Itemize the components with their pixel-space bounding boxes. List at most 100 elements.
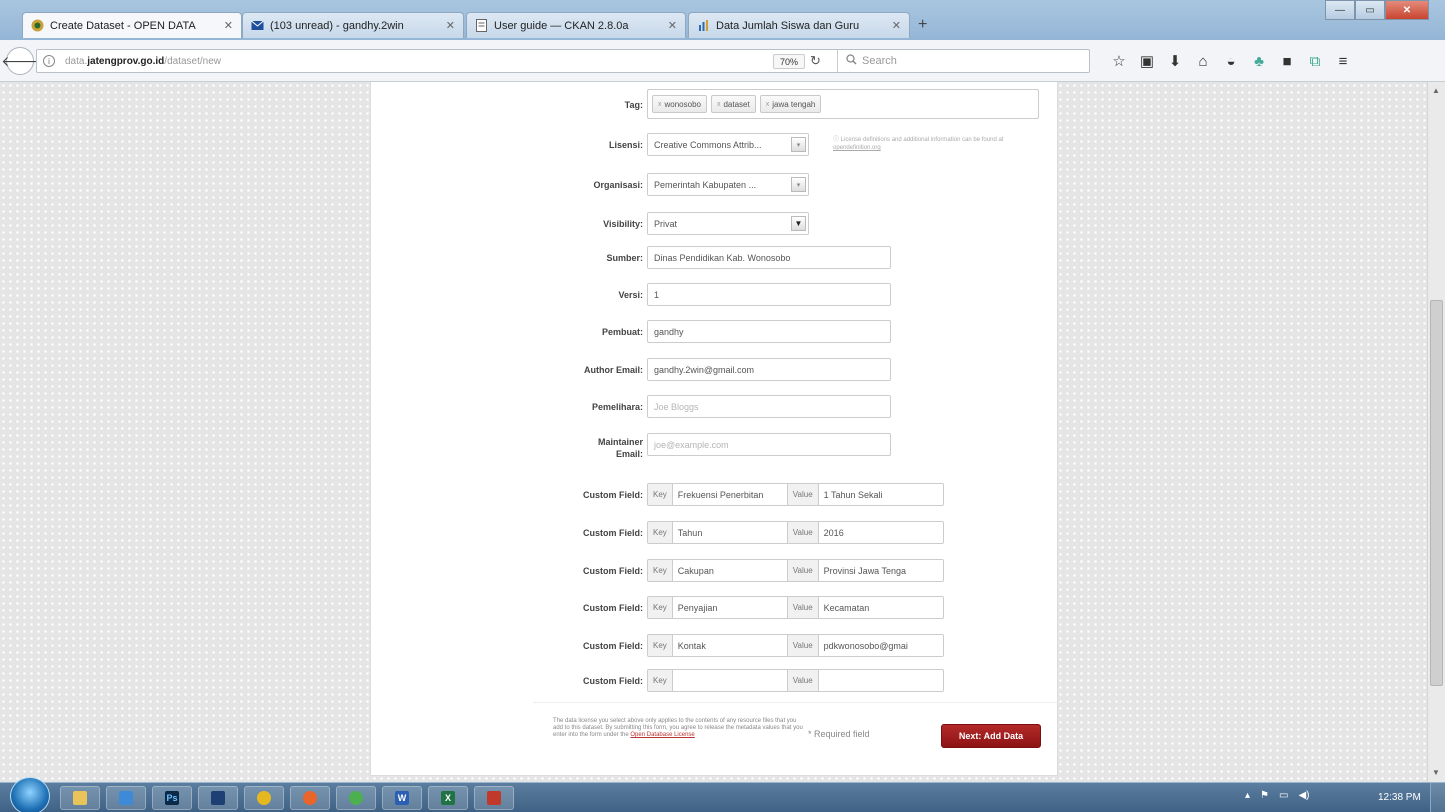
search-input[interactable]: Search	[837, 50, 1089, 72]
remove-tag-icon[interactable]: x	[658, 101, 662, 108]
show-desktop-button[interactable]	[1430, 783, 1445, 812]
source-input[interactable]: Dinas Pendidikan Kab. Wonosobo	[647, 246, 891, 269]
next-add-data-button[interactable]: Next: Add Data	[941, 724, 1041, 748]
maintainer-email-input[interactable]: joe@example.com	[647, 433, 891, 456]
home-icon[interactable]: ⌂	[1189, 50, 1217, 72]
minimize-button[interactable]: —	[1325, 0, 1355, 20]
close-icon[interactable]: ✕	[892, 19, 901, 32]
custom-field-key-input[interactable]: Kontak	[673, 635, 787, 656]
tab-label: Create Dataset - OPEN DATA	[50, 19, 196, 32]
custom-field-pair: Key Frekuensi Penerbitan Value 1 Tahun S…	[647, 483, 944, 506]
info-icon[interactable]: i	[43, 55, 55, 67]
value-label: Value	[786, 560, 819, 581]
tag-chip[interactable]: x jawa tengah	[759, 95, 822, 113]
version-input[interactable]: 1	[647, 283, 891, 306]
bookmark-star-icon[interactable]: ☆	[1105, 50, 1133, 72]
form-actions: The data license you select above only a…	[533, 702, 1058, 776]
jateng-logo-icon	[31, 19, 44, 32]
new-tab-button[interactable]: +	[918, 16, 927, 34]
volume-icon[interactable]: ◀)	[1298, 790, 1309, 801]
custom-field-key-input[interactable]: Cakupan	[673, 560, 787, 581]
custom-field-value-input[interactable]: 2016	[819, 522, 929, 543]
chrome-alt-icon[interactable]	[336, 786, 376, 810]
key-label: Key	[648, 597, 673, 618]
remove-tag-icon[interactable]: x	[717, 101, 721, 108]
address-bar[interactable]: i data. jatengprov.go.id /dataset/new 70…	[36, 49, 1090, 73]
value-label: Value	[786, 670, 819, 691]
windows-taskbar: Ps W X ▴ ⚑ ▭ ◀) 12:38 PM	[0, 777, 1445, 812]
scroll-up-icon[interactable]: ▲	[1432, 86, 1440, 95]
zoom-level[interactable]: 70%	[773, 54, 806, 69]
extension-black-icon[interactable]: ■	[1273, 50, 1301, 72]
extension-green-icon[interactable]: ⧉	[1301, 50, 1329, 72]
pocket-icon[interactable]: ◒	[1217, 50, 1245, 72]
chevron-up-icon[interactable]: ▴	[1245, 790, 1250, 801]
close-icon[interactable]: ✕	[668, 19, 677, 32]
tab-label: Data Jumlah Siswa dan Guru	[716, 19, 860, 32]
tab-create-dataset[interactable]: Create Dataset - OPEN DATA ✕	[22, 12, 242, 38]
tab-user-guide[interactable]: User guide — CKAN 2.8.0a ✕	[466, 12, 686, 38]
opendefinition-link[interactable]: opendefinition.org	[833, 145, 881, 151]
chevron-down-icon: ▾	[791, 137, 806, 152]
close-window-button[interactable]: ✕	[1385, 0, 1429, 20]
custom-field-key-input[interactable]	[673, 670, 787, 691]
close-icon[interactable]: ✕	[446, 19, 455, 32]
chrome-icon[interactable]	[244, 786, 284, 810]
download-icon[interactable]: ⬇	[1161, 50, 1189, 72]
maximize-button[interactable]: ▭	[1355, 0, 1385, 20]
tab-data-siswa[interactable]: Data Jumlah Siswa dan Guru ✕	[688, 12, 910, 38]
custom-field-key-input[interactable]: Penyajian	[673, 597, 787, 618]
open-database-license-link[interactable]: Open Database License	[630, 732, 694, 738]
tag-chip[interactable]: x dataset	[710, 95, 756, 113]
media-player-icon[interactable]	[198, 786, 238, 810]
tab-mail[interactable]: (103 unread) - gandhy.2win ✕	[242, 12, 464, 38]
explorer-icon[interactable]	[60, 786, 100, 810]
reading-list-icon[interactable]: ▣	[1133, 50, 1161, 72]
value-label: Value	[786, 522, 819, 543]
tab-label: User guide — CKAN 2.8.0a	[494, 19, 629, 32]
key-label: Key	[648, 670, 673, 691]
custom-field-value-input[interactable]: 1 Tahun Sekali	[819, 484, 929, 505]
scrollbar-thumb[interactable]	[1430, 300, 1443, 686]
page-scrollbar[interactable]: ▲ ▼	[1427, 82, 1445, 782]
word-icon[interactable]: W	[382, 786, 422, 810]
excel-icon[interactable]: X	[428, 786, 468, 810]
custom-field-pair: Key Kontak Value pdkwonosobo@gmai	[647, 634, 944, 657]
close-icon[interactable]: ✕	[224, 19, 233, 32]
ie-icon[interactable]	[106, 786, 146, 810]
scroll-down-icon[interactable]: ▼	[1432, 768, 1440, 777]
tag-chip[interactable]: x wonosobo	[652, 95, 707, 113]
reload-icon[interactable]: ↻	[810, 53, 821, 69]
network-icon[interactable]: ▭	[1279, 790, 1288, 801]
custom-field-pair: Key Penyajian Value Kecamatan	[647, 596, 944, 619]
license-select[interactable]: Creative Commons Attrib... ▾	[647, 133, 809, 156]
tag-label: Tag:	[624, 100, 643, 110]
custom-field-value-input[interactable]	[819, 670, 929, 691]
tag-input[interactable]: x wonosobo x dataset x jawa tengah	[647, 89, 1039, 119]
visibility-select[interactable]: Privat ▼	[647, 212, 809, 235]
custom-field-value-input[interactable]: Kecamatan	[819, 597, 929, 618]
flag-icon[interactable]: ⚑	[1260, 790, 1269, 801]
author-email-label: Author Email:	[583, 365, 643, 375]
remove-tag-icon[interactable]: x	[766, 101, 770, 108]
organization-select[interactable]: Pemerintah Kabupaten ... ▾	[647, 173, 809, 196]
custom-field-key-input[interactable]: Frekuensi Penerbitan	[673, 484, 787, 505]
custom-field-value-input[interactable]: Provinsi Jawa Tenga	[819, 560, 929, 581]
custom-field-label: Custom Field:	[583, 641, 643, 651]
custom-field-key-input[interactable]: Tahun	[673, 522, 787, 543]
app-icon[interactable]	[474, 786, 514, 810]
author-email-input[interactable]: gandhy.2win@gmail.com	[647, 358, 891, 381]
menu-icon[interactable]: ≡	[1329, 50, 1357, 72]
back-button[interactable]: 🡐	[1, 47, 39, 75]
photoshop-icon[interactable]: Ps	[152, 786, 192, 810]
author-input[interactable]: gandhy	[647, 320, 891, 343]
maintainer-input[interactable]: Joe Bloggs	[647, 395, 891, 418]
custom-field-label: Custom Field:	[583, 566, 643, 576]
start-button[interactable]	[10, 777, 50, 812]
author-label: Pembuat:	[601, 327, 643, 337]
taskbar-clock[interactable]: 12:38 PM	[1378, 792, 1421, 803]
firefox-icon[interactable]	[290, 786, 330, 810]
custom-field-value-input[interactable]: pdkwonosobo@gmai	[819, 635, 929, 656]
value-label: Value	[786, 597, 819, 618]
extension-icon[interactable]: ♣	[1245, 50, 1273, 72]
